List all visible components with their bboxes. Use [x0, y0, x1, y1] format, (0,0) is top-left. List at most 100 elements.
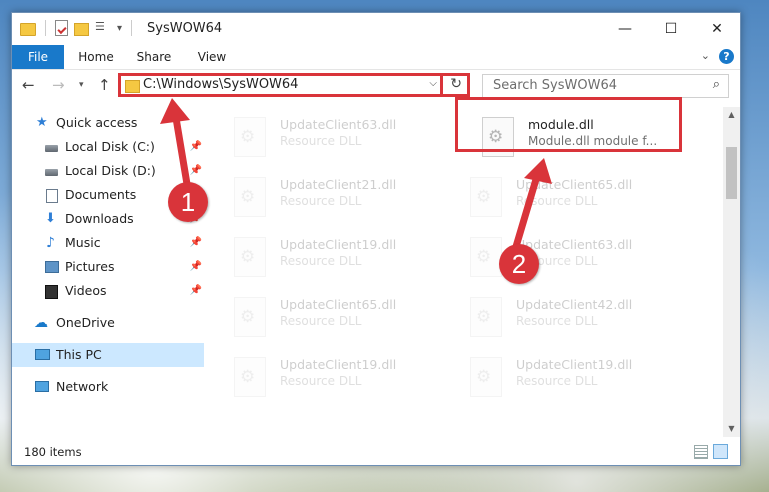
- toolbar-separator: [131, 20, 133, 36]
- sidebar-item-label: Downloads: [65, 211, 134, 226]
- dll-file-icon: [234, 237, 266, 277]
- dll-file-icon: [234, 357, 266, 397]
- scroll-up-icon[interactable]: ▲: [723, 107, 740, 123]
- videos-icon: [45, 285, 58, 299]
- sidebar-item-label: OneDrive: [56, 315, 115, 330]
- sidebar-item-label: Videos: [65, 283, 107, 298]
- toolbar-dropdown-icon[interactable]: ▾: [117, 23, 122, 34]
- file-item[interactable]: UpdateClient42.dll Resource DLL: [452, 291, 672, 343]
- sidebar-item-label: Pictures: [65, 259, 115, 274]
- sidebar-item-music[interactable]: ♪ Music 📌: [12, 231, 204, 255]
- file-name: UpdateClient19.dll: [516, 357, 633, 372]
- sidebar-item-label: This PC: [56, 347, 102, 362]
- pin-icon[interactable]: 📌: [190, 279, 202, 303]
- sidebar-item-label: Music: [65, 235, 101, 250]
- file-item[interactable]: UpdateClient63.dll Resource DLL: [452, 231, 672, 283]
- pictures-icon: [45, 261, 59, 273]
- chevron-down-icon[interactable]: ⌄: [701, 49, 710, 62]
- maximize-button[interactable]: ☐: [648, 13, 694, 45]
- dll-file-icon: [470, 177, 502, 217]
- file-type: Resource DLL: [280, 374, 362, 388]
- dll-file-icon: [470, 297, 502, 337]
- folder-icon: [125, 80, 140, 93]
- sidebar-item-network[interactable]: Network: [12, 375, 204, 399]
- file-item[interactable]: UpdateClient65.dll Resource DLL: [452, 171, 672, 223]
- drive-icon: [45, 169, 58, 176]
- file-type: Resource DLL: [280, 134, 362, 148]
- window-title: SysWOW64: [147, 21, 223, 36]
- details-view-icon[interactable]: [694, 445, 708, 459]
- dll-file-icon: [470, 357, 502, 397]
- sidebar-item-local-disk-c[interactable]: Local Disk (C:) 📌: [12, 135, 204, 159]
- file-name: UpdateClient21.dll: [280, 177, 397, 192]
- explorer-window: ☰ ▾ SysWOW64 — ☐ ✕ File Home Share View …: [11, 12, 741, 466]
- title-bar: ☰ ▾ SysWOW64 — ☐ ✕: [12, 13, 740, 45]
- forward-button[interactable]: →: [52, 76, 65, 94]
- file-name: UpdateClient19.dll: [280, 237, 397, 252]
- sidebar-item-videos[interactable]: Videos 📌: [12, 279, 204, 303]
- up-button[interactable]: ↑: [98, 76, 111, 94]
- sidebar-item-quick-access[interactable]: ★ Quick access: [12, 111, 204, 135]
- file-name: UpdateClient19.dll: [280, 357, 397, 372]
- star-icon: ★: [36, 115, 48, 130]
- large-icons-view-icon[interactable]: [713, 444, 728, 459]
- pc-icon: [35, 349, 50, 360]
- help-icon[interactable]: ?: [719, 49, 734, 64]
- scroll-down-icon[interactable]: ▼: [723, 421, 740, 437]
- file-type: Resource DLL: [280, 254, 362, 268]
- new-folder-icon[interactable]: [74, 23, 89, 36]
- address-bar[interactable]: C:\Windows\SysWOW64 ⌵ ↻: [118, 73, 470, 97]
- tab-view[interactable]: View: [194, 45, 230, 69]
- dll-file-icon: [470, 237, 502, 277]
- back-button[interactable]: ←: [22, 76, 35, 94]
- file-item[interactable]: UpdateClient21.dll Resource DLL: [216, 171, 436, 223]
- tab-share[interactable]: Share: [134, 45, 174, 69]
- vertical-scrollbar[interactable]: ▲ ▼: [723, 107, 740, 437]
- address-path[interactable]: C:\Windows\SysWOW64: [143, 77, 298, 92]
- file-item[interactable]: UpdateClient19.dll Resource DLL: [216, 351, 436, 403]
- sidebar-item-label: Network: [56, 379, 109, 394]
- navigation-pane: ★ Quick access Local Disk (C:) 📌 Local D…: [12, 107, 205, 437]
- address-dropdown-icon[interactable]: ⌵: [429, 78, 437, 89]
- file-type: Resource DLL: [516, 374, 598, 388]
- sidebar-item-pictures[interactable]: Pictures 📌: [12, 255, 204, 279]
- recent-locations-button[interactable]: ▾: [79, 80, 84, 90]
- step-badge-2: 2: [499, 244, 539, 284]
- documents-icon: [46, 189, 58, 203]
- search-placeholder: Search SysWOW64: [493, 78, 617, 93]
- sidebar-item-local-disk-d[interactable]: Local Disk (D:) 📌: [12, 159, 204, 183]
- file-item[interactable]: UpdateClient65.dll Resource DLL: [216, 291, 436, 343]
- file-name: UpdateClient63.dll: [280, 117, 397, 132]
- pin-icon[interactable]: 📌: [190, 159, 202, 183]
- file-item[interactable]: UpdateClient63.dll Resource DLL: [216, 111, 436, 163]
- tab-home[interactable]: Home: [76, 45, 116, 69]
- file-item[interactable]: UpdateClient19.dll Resource DLL: [452, 351, 672, 403]
- customize-toolbar-icon[interactable]: ☰: [95, 20, 111, 36]
- file-name: UpdateClient65.dll: [516, 177, 633, 192]
- onedrive-icon: ☁: [34, 315, 48, 331]
- properties-icon[interactable]: [55, 20, 68, 36]
- minimize-button[interactable]: —: [602, 13, 648, 45]
- sidebar-item-onedrive[interactable]: ☁ OneDrive: [12, 311, 204, 335]
- tab-file[interactable]: File: [12, 45, 64, 69]
- close-button[interactable]: ✕: [694, 13, 740, 45]
- folder-icon: [20, 23, 36, 36]
- refresh-button[interactable]: ↻: [450, 76, 462, 92]
- drive-icon: [45, 145, 58, 152]
- status-bar: 180 items: [12, 439, 740, 465]
- music-icon: ♪: [46, 235, 55, 251]
- dll-file-icon: [234, 117, 266, 157]
- pin-icon[interactable]: 📌: [190, 135, 202, 159]
- search-input[interactable]: Search SysWOW64 ⌕: [482, 74, 729, 98]
- sidebar-item-label: Documents: [65, 187, 137, 202]
- search-icon[interactable]: ⌕: [713, 77, 720, 92]
- file-list: UpdateClient63.dll Resource DLL UpdateCl…: [216, 107, 722, 437]
- file-item[interactable]: UpdateClient19.dll Resource DLL: [216, 231, 436, 283]
- sidebar-item-this-pc[interactable]: This PC: [12, 343, 204, 367]
- pin-icon[interactable]: 📌: [190, 231, 202, 255]
- sidebar-item-label: Local Disk (C:): [65, 139, 155, 154]
- file-type: Resource DLL: [280, 314, 362, 328]
- step-badge-1: 1: [168, 182, 208, 222]
- scroll-thumb[interactable]: [726, 147, 737, 199]
- pin-icon[interactable]: 📌: [190, 255, 202, 279]
